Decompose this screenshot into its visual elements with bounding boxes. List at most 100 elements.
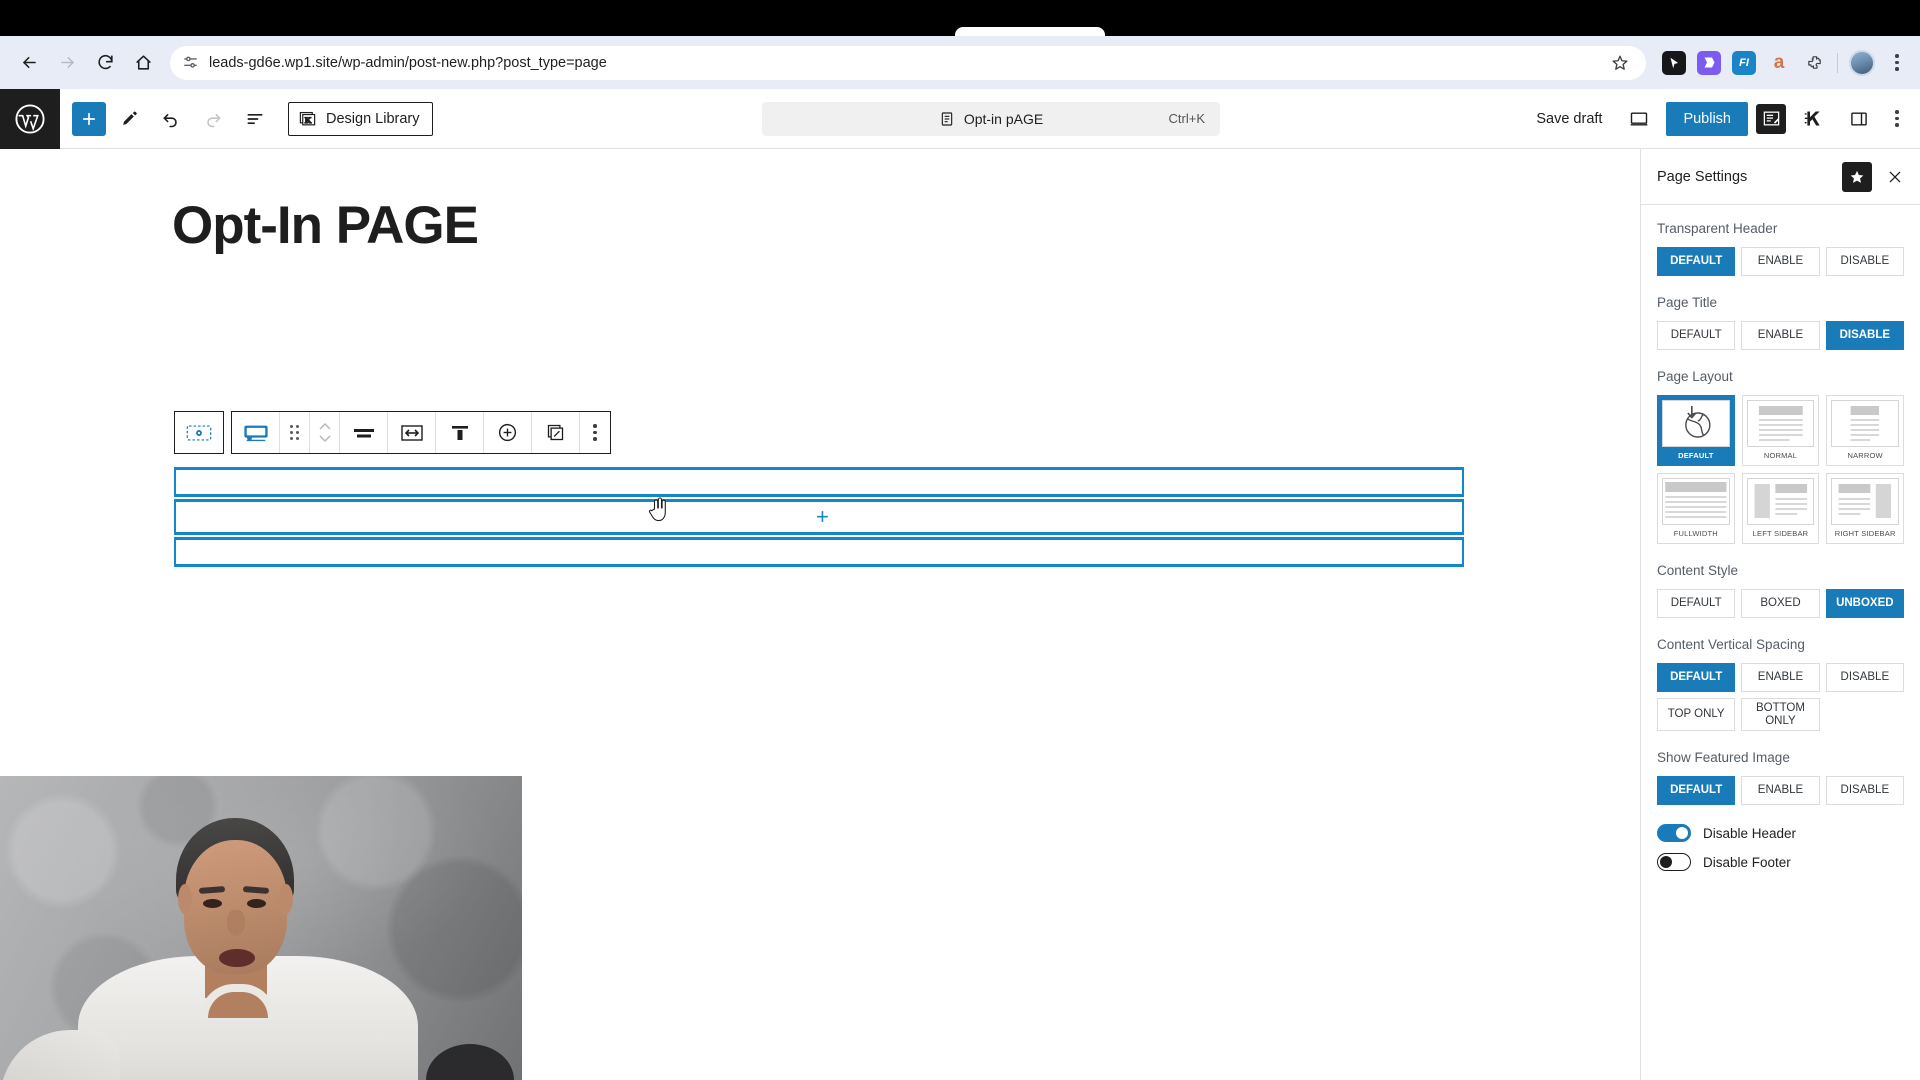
toolbar-undo-button[interactable] xyxy=(152,100,190,138)
page-layout-option-default[interactable]: DEFAULT xyxy=(1657,395,1735,466)
sidebar-toggle-icon[interactable] xyxy=(1840,100,1878,138)
toolbar-edit-tool-button[interactable] xyxy=(110,100,148,138)
duplicate-icon[interactable] xyxy=(532,412,580,453)
transparent-header-option-enable[interactable]: ENABLE xyxy=(1741,247,1820,276)
editor-canvas[interactable]: Opt-In PAGE + xyxy=(0,149,1640,1080)
layout-thumb-right-sidebar xyxy=(1831,478,1899,525)
layout-label: FULLWIDTH xyxy=(1673,529,1718,538)
page-title[interactable]: Opt-In PAGE xyxy=(172,195,1640,256)
forward-arrow-icon[interactable] xyxy=(50,46,84,80)
kebab-menu-icon[interactable] xyxy=(580,412,610,453)
row-layout-icon[interactable] xyxy=(232,412,280,453)
align-top-icon[interactable] xyxy=(436,412,484,453)
command-bar-title: Opt-in pAGE xyxy=(963,110,1044,127)
layout-thumb-normal xyxy=(1746,400,1815,447)
transparent-header-option-default[interactable]: DEFAULT xyxy=(1657,247,1736,276)
fi-extension-icon[interactable]: FI xyxy=(1732,50,1756,75)
disable-footer-toggle[interactable] xyxy=(1657,853,1691,871)
move-up-down-chevrons-icon[interactable] xyxy=(310,412,340,453)
disable-header-toggle[interactable] xyxy=(1657,824,1691,842)
plus-circle-icon[interactable] xyxy=(484,412,532,453)
disable-header-row: Disable Header xyxy=(1657,824,1904,842)
tune-icon[interactable] xyxy=(182,54,199,71)
page-layout-option-narrow[interactable]: NARROW xyxy=(1826,395,1904,466)
disable-header-label: Disable Header xyxy=(1703,825,1797,841)
section-content-vertical-spacing: Content Vertical Spacing DEFAULT ENABLE … xyxy=(1657,637,1904,731)
transparent-header-option-disable[interactable]: DISABLE xyxy=(1825,247,1904,276)
command-bar[interactable]: Opt-in pAGE Ctrl+K xyxy=(762,101,1220,136)
back-arrow-icon[interactable] xyxy=(12,46,46,80)
reload-icon[interactable] xyxy=(88,46,122,80)
empty-row-block-1[interactable] xyxy=(174,467,1464,497)
editor-header-left-tools: K Design Library xyxy=(60,100,433,138)
toolbar-redo-button[interactable] xyxy=(194,100,232,138)
puzzle-extensions-icon[interactable] xyxy=(1802,51,1826,75)
section-page-title: Page Title DEFAULT ENABLE DISABLE xyxy=(1657,295,1904,350)
block-controls-group xyxy=(231,411,611,454)
empty-row-block-2[interactable]: + xyxy=(174,499,1464,535)
empty-row-block-3[interactable] xyxy=(174,537,1464,567)
toolbar-list-view-button[interactable] xyxy=(236,100,274,138)
amazon-extension-icon[interactable]: a xyxy=(1767,51,1791,75)
close-icon[interactable] xyxy=(1880,162,1910,192)
featured-image-option-disable[interactable]: DISABLE xyxy=(1825,776,1904,805)
desktop-preview-icon[interactable] xyxy=(1620,100,1658,138)
vertical-spacing-option-enable[interactable]: ENABLE xyxy=(1741,663,1820,692)
content-style-option-boxed[interactable]: BOXED xyxy=(1741,589,1820,618)
page-title-option-default[interactable]: DEFAULT xyxy=(1657,321,1736,350)
person-mouth xyxy=(219,949,255,967)
send-extension-icon[interactable] xyxy=(1697,50,1721,75)
page-document-icon xyxy=(939,111,955,127)
page-layout-option-right-sidebar[interactable]: RIGHT SIDEBAR xyxy=(1826,473,1904,544)
disable-footer-row: Disable Footer xyxy=(1657,853,1904,871)
home-icon[interactable] xyxy=(126,46,160,80)
toolbar-add-block-button[interactable] xyxy=(72,101,106,136)
select-parent-block-group xyxy=(174,411,224,454)
page-layout-option-normal[interactable]: NORMAL xyxy=(1741,395,1820,466)
person-eye-left xyxy=(203,899,222,908)
star-icon[interactable] xyxy=(1606,49,1634,77)
disable-footer-label: Disable Footer xyxy=(1703,854,1791,870)
cursor-extension-icon[interactable] xyxy=(1662,50,1686,75)
section-label: Page Title xyxy=(1657,295,1718,310)
sidebar-body: Transparent Header DEFAULT ENABLE DISABL… xyxy=(1641,205,1920,1080)
page-layout-option-fullwidth[interactable]: FULLWIDTH xyxy=(1657,473,1735,544)
vertical-spacing-option-default[interactable]: DEFAULT xyxy=(1657,663,1736,692)
browser-tab-strip[interactable] xyxy=(0,0,1920,36)
profile-avatar[interactable] xyxy=(1849,49,1875,76)
form-editor-icon[interactable] xyxy=(1756,103,1786,134)
vertical-spacing-option-top-only[interactable]: TOP ONLY xyxy=(1657,698,1736,731)
editor-header-right-tools: Save draft Publish xyxy=(1526,100,1920,138)
featured-image-option-default[interactable]: DEFAULT xyxy=(1657,776,1736,805)
page-layout-option-left-sidebar[interactable]: LEFT SIDEBAR xyxy=(1741,473,1820,544)
url-bar[interactable]: leads-gd6e.wp1.site/wp-admin/post-new.ph… xyxy=(170,45,1646,80)
layout-label: LEFT SIDEBAR xyxy=(1752,529,1809,538)
select-parent-block-icon[interactable] xyxy=(175,412,223,453)
block-inserter-plus-icon[interactable]: + xyxy=(816,506,829,528)
page-title-option-enable[interactable]: ENABLE xyxy=(1741,321,1820,350)
page-title-heading: Page Settings xyxy=(1657,168,1748,185)
save-draft-button[interactable]: Save draft xyxy=(1526,111,1612,127)
publish-button[interactable]: Publish xyxy=(1666,101,1748,136)
chrome-kebab-menu-icon[interactable] xyxy=(1886,54,1908,71)
align-icon[interactable] xyxy=(340,412,388,453)
browser-omnibox-bar: leads-gd6e.wp1.site/wp-admin/post-new.ph… xyxy=(0,36,1920,89)
editor-kebab-menu-icon[interactable] xyxy=(1886,110,1908,127)
featured-image-option-enable[interactable]: ENABLE xyxy=(1741,776,1820,805)
page-title-option-disable[interactable]: DISABLE xyxy=(1825,321,1904,350)
vertical-spacing-option-bottom-only[interactable]: BOTTOM ONLY xyxy=(1741,698,1820,731)
vertical-spacing-option-disable[interactable]: DISABLE xyxy=(1825,663,1904,692)
layout-label: NARROW xyxy=(1847,451,1883,460)
kadence-blocks-icon[interactable] xyxy=(1794,100,1832,138)
editor-header: K Design Library Opt-in pAGE Ctrl+K Save… xyxy=(0,88,1920,149)
star-pin-icon[interactable] xyxy=(1842,161,1872,192)
content-style-option-unboxed[interactable]: UNBOXED xyxy=(1825,589,1904,618)
content-style-option-default[interactable]: DEFAULT xyxy=(1657,589,1736,618)
browser-tab[interactable] xyxy=(955,27,1105,36)
drag-handle-icon[interactable] xyxy=(280,412,310,453)
horizontal-arrows-icon[interactable] xyxy=(388,412,436,453)
design-library-button[interactable]: K Design Library xyxy=(288,101,433,136)
wordpress-logo[interactable] xyxy=(0,88,60,149)
kadence-design-library-icon: K xyxy=(298,109,317,128)
url-text[interactable]: leads-gd6e.wp1.site/wp-admin/post-new.ph… xyxy=(209,55,1596,71)
